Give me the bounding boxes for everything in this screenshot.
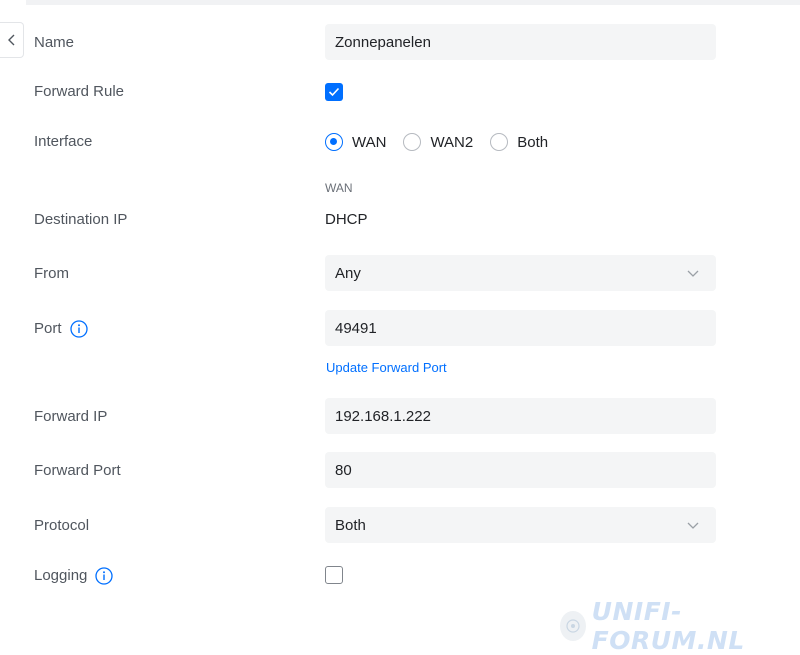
watermark-logo-icon — [560, 611, 586, 641]
protocol-select[interactable]: Both — [325, 507, 716, 543]
chevron-down-icon — [687, 270, 699, 277]
info-icon[interactable] — [69, 320, 88, 338]
interface-radio-group: WAN WAN2 Both — [325, 131, 565, 153]
chevron-left-icon — [7, 34, 14, 46]
interface-option-wan2[interactable]: WAN2 — [403, 133, 473, 151]
forward-ip-label: Forward IP — [34, 408, 108, 425]
from-select[interactable]: Any — [325, 255, 716, 291]
name-label: Name — [34, 34, 75, 51]
destination-ip-caption: WAN — [325, 181, 353, 195]
info-icon[interactable] — [95, 567, 114, 585]
interface-label: Interface — [34, 133, 93, 150]
destination-ip-label: Destination IP — [34, 211, 128, 228]
name-input[interactable]: Zonnepanelen — [325, 24, 716, 60]
forward-port-label: Forward Port — [34, 462, 121, 479]
logging-label: Logging — [34, 567, 114, 585]
update-forward-port-link[interactable]: Update Forward Port — [326, 360, 447, 375]
watermark-text: UNIFI-FORUM.NL — [591, 597, 745, 655]
radio-wan2[interactable] — [403, 133, 422, 151]
back-button[interactable] — [0, 22, 24, 58]
forward-port-input[interactable]: 80 — [325, 452, 716, 488]
forward-ip-input[interactable]: 192.168.1.222 — [325, 398, 716, 434]
top-panel-edge — [26, 0, 800, 5]
protocol-label: Protocol — [34, 517, 90, 534]
checkmark-icon — [328, 87, 340, 97]
logging-checkbox[interactable] — [325, 566, 343, 584]
radio-wan[interactable] — [325, 133, 343, 151]
interface-option-wan[interactable]: WAN — [325, 133, 386, 151]
interface-option-both[interactable]: Both — [490, 133, 548, 151]
forward-rule-checkbox[interactable] — [325, 83, 343, 101]
from-label: From — [34, 265, 69, 282]
watermark: UNIFI-FORUM.NL — [560, 597, 800, 655]
radio-both[interactable] — [490, 133, 509, 151]
port-label: Port — [34, 320, 88, 338]
chevron-down-icon — [687, 522, 699, 529]
forward-rule-label: Forward Rule — [34, 83, 125, 100]
destination-ip-value: DHCP — [325, 211, 368, 228]
port-input[interactable]: 49491 — [325, 310, 716, 346]
